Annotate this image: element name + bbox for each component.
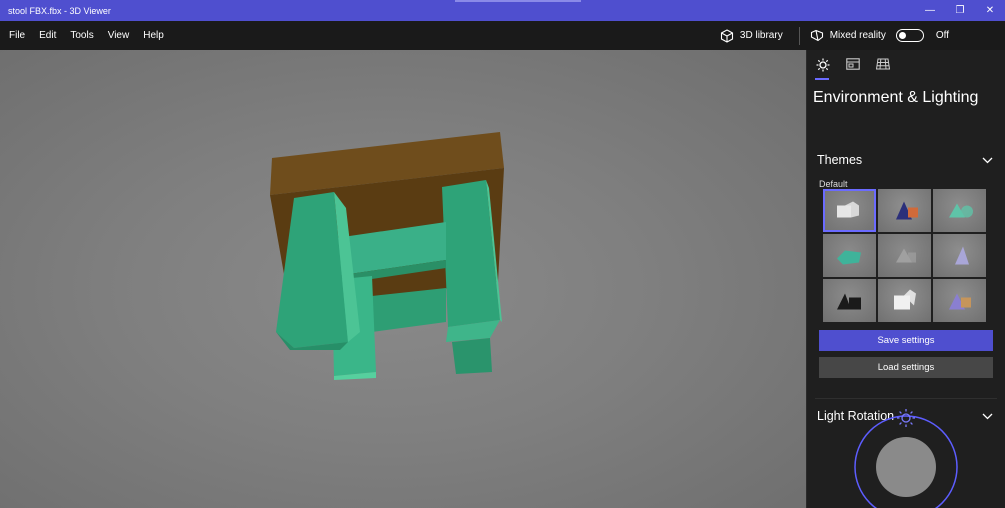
- themes-section-header[interactable]: Themes: [807, 147, 1005, 173]
- theme-thumbnail[interactable]: [823, 234, 876, 277]
- menu-file[interactable]: File: [8, 28, 26, 43]
- light-rotation-dial[interactable]: [854, 402, 958, 508]
- theme-preview-icon: [837, 250, 861, 265]
- theme-thumbnail[interactable]: [878, 189, 931, 232]
- sun-icon: [816, 58, 830, 72]
- theme-thumbnail[interactable]: [878, 234, 931, 277]
- theme-preview-icon: [894, 289, 916, 310]
- mixed-reality-toggle[interactable]: [895, 29, 924, 42]
- stats-panel-icon: [846, 58, 860, 70]
- chevron-down-icon: [982, 157, 993, 163]
- stool-model[interactable]: [0, 50, 806, 508]
- menu-edit[interactable]: Edit: [38, 28, 57, 43]
- theme-preview-icon: [955, 246, 969, 265]
- tab-stats-shading[interactable]: [845, 58, 861, 80]
- sun-handle-icon: [897, 409, 915, 427]
- environment-panel: Environment & Lighting Themes Default Sa…: [806, 50, 1005, 508]
- menu-view[interactable]: View: [107, 28, 131, 43]
- minimize-button[interactable]: —: [915, 0, 945, 21]
- save-settings-button[interactable]: Save settings: [819, 330, 993, 351]
- cube-icon: [720, 28, 733, 43]
- theme-thumbnail[interactable]: [933, 234, 986, 277]
- menu-help[interactable]: Help: [142, 28, 165, 43]
- menu-bar: File Edit Tools View Help 3D library Mix…: [0, 21, 1005, 50]
- theme-thumbnail[interactable]: [933, 279, 986, 322]
- theme-preview-icon: [949, 203, 973, 218]
- close-button[interactable]: ✕: [975, 0, 1005, 21]
- tab-grid-view[interactable]: [875, 58, 891, 80]
- mixed-reality-state: Off: [935, 30, 949, 41]
- tab-environment-lighting[interactable]: [815, 58, 831, 80]
- menu-tools[interactable]: Tools: [69, 28, 94, 43]
- theme-thumbnail[interactable]: [823, 189, 876, 232]
- mixed-reality-icon: [810, 29, 823, 42]
- theme-preview-icon: [949, 293, 971, 310]
- theme-thumbnail[interactable]: [823, 279, 876, 322]
- 3d-library-label: 3D library: [739, 30, 783, 41]
- menu-separator: [798, 26, 800, 45]
- theme-preview-icon: [896, 201, 918, 220]
- theme-preview-icon: [837, 293, 861, 310]
- mixed-reality-label: Mixed reality: [829, 30, 886, 41]
- theme-thumbnail[interactable]: [878, 279, 931, 322]
- stool-leg-back-right: [452, 338, 492, 374]
- theme-default-label: Default: [819, 179, 848, 189]
- panel-tabs: [807, 50, 1005, 81]
- menu-right-group: 3D library Mixed reality Off: [720, 21, 1005, 50]
- 3d-viewport[interactable]: [0, 50, 806, 508]
- section-divider: [815, 398, 997, 399]
- theme-thumbnail[interactable]: [933, 189, 986, 232]
- theme-preview-icon: [896, 248, 916, 263]
- toggle-knob: [898, 31, 906, 39]
- panel-title: Environment & Lighting: [813, 89, 979, 106]
- title-bar: stool FBX.fbx - 3D Viewer — ❐ ✕: [0, 0, 1005, 21]
- window-title: stool FBX.fbx - 3D Viewer: [8, 5, 111, 16]
- grid-icon: [876, 58, 890, 70]
- theme-preview-icon: [837, 201, 859, 218]
- 3d-library-button[interactable]: 3D library: [720, 28, 783, 43]
- load-settings-button[interactable]: Load settings: [819, 357, 993, 378]
- theme-grid: [807, 189, 1005, 322]
- window-controls: — ❐ ✕: [915, 0, 1005, 21]
- themes-heading: Themes: [817, 153, 863, 167]
- restore-button[interactable]: ❐: [945, 0, 975, 21]
- mixed-reality-group: Mixed reality Off: [810, 29, 949, 42]
- chevron-down-icon: [982, 413, 993, 419]
- title-focus-indicator: [455, 0, 581, 2]
